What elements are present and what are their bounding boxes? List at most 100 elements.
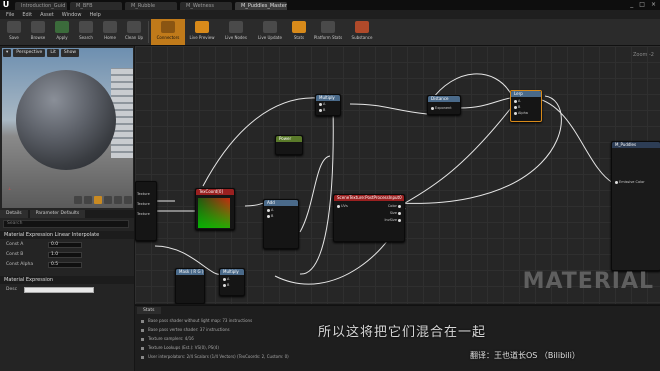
graph-wires [135, 73, 614, 285]
wire-distance-lerp [459, 97, 511, 109]
stats-button[interactable]: Stats [287, 19, 311, 45]
node-distance[interactable]: Distance Exponent [427, 95, 461, 115]
connectors-button[interactable]: Connectors [151, 19, 185, 45]
platform-stats-icon [321, 21, 335, 33]
node-power[interactable]: Power [275, 135, 303, 155]
show-button[interactable]: Show [60, 49, 80, 57]
section-expression-header[interactable]: Material Expression [0, 276, 134, 284]
browse-button[interactable]: Browse [26, 19, 50, 45]
tab-m-rubble[interactable]: M_Rubble [125, 1, 177, 10]
live-preview-button[interactable]: Live Preview [185, 19, 219, 45]
wire-multiply-distance [349, 103, 428, 115]
wire-multiply-top [299, 105, 334, 275]
menu-edit[interactable]: Edit [22, 12, 32, 18]
node-mask[interactable]: Mask ( R G ) [175, 268, 205, 304]
mesh-preview-icon[interactable] [114, 196, 122, 204]
material-editor-window: U Introduction_Guid M_BFB M_Rubble M_Wet… [0, 0, 660, 371]
tab-details[interactable]: Details [0, 210, 28, 218]
log-line: Texture samplers: 4/16 [141, 336, 194, 341]
tab-m-bfb[interactable]: M_BFB [70, 1, 122, 10]
maximize-icon[interactable]: □ [639, 1, 645, 8]
node-result[interactable]: M_Puddles Emissive Color [611, 141, 660, 271]
search-button[interactable]: Search [74, 19, 98, 45]
log-line: Base pass vertex shader: 37 instructions [141, 327, 230, 332]
menu-window[interactable]: Window [62, 12, 82, 18]
minimize-icon[interactable]: _ [630, 1, 633, 8]
wire-lerp-result [534, 97, 614, 184]
property-row-const-alpha: Const Alpha 0.5 [6, 261, 132, 268]
tab-introduction[interactable]: Introduction_Guid [15, 1, 67, 10]
node-lerp[interactable]: Lerp A B Alpha [510, 90, 542, 122]
node-title: Mask ( R G ) [176, 269, 204, 275]
const-alpha-label: Const Alpha [6, 262, 34, 267]
menu-bar: File Edit Asset Window Help [0, 10, 660, 19]
property-row-desc: Desc [6, 286, 132, 293]
subtitle-credit: 翻译：王也道长OS （Bilibili） [470, 351, 580, 360]
cylinder-preview-icon[interactable] [74, 196, 82, 204]
substance-button[interactable]: Substance [345, 19, 379, 45]
save-button[interactable]: Save [2, 19, 26, 45]
tab-parameter-defaults[interactable]: Parameter Defaults [29, 210, 86, 218]
desc-label: Desc [6, 287, 18, 292]
unreal-logo-icon: U [2, 0, 10, 9]
apply-icon [55, 21, 69, 33]
node-multiply-bottom[interactable]: Multiply A B [219, 268, 245, 296]
property-row-const-b: Const B 1.0 [6, 251, 132, 258]
browse-icon [31, 21, 45, 33]
menu-help[interactable]: Help [89, 12, 100, 18]
sphere-preview-icon[interactable] [84, 196, 92, 204]
panel-tabs: Details Parameter Defaults [0, 210, 134, 218]
stats-icon [292, 21, 306, 33]
realtime-icon[interactable] [124, 196, 132, 204]
cleanup-icon [127, 21, 141, 33]
plane-preview-icon[interactable] [94, 196, 102, 204]
home-button[interactable]: Home [98, 19, 122, 45]
node-title: Lerp [511, 91, 541, 97]
const-b-field[interactable]: 1.0 [48, 251, 82, 258]
details-search-input[interactable]: Search [3, 220, 129, 228]
lit-button[interactable]: Lit [47, 49, 59, 57]
live-nodes-button[interactable]: Live Nodes [219, 19, 253, 45]
tab-m-puddles-master[interactable]: M_Puddles_Master [235, 1, 287, 10]
cube-preview-icon[interactable] [104, 196, 112, 204]
menu-file[interactable]: File [6, 12, 14, 18]
section-lerp-header[interactable]: Material Expression Linear Interpolate [0, 231, 134, 239]
desc-field[interactable] [24, 286, 94, 293]
connectors-icon [161, 21, 175, 33]
const-alpha-field[interactable]: 0.5 [48, 261, 82, 268]
const-a-label: Const A [6, 242, 24, 247]
const-b-label: Const B [6, 252, 24, 257]
node-title: Add [264, 200, 298, 206]
live-update-button[interactable]: Live Update [253, 19, 287, 45]
node-title: SceneTexture:PostProcessInput0 [334, 195, 404, 201]
node-input-left[interactable]: Texture Texture Texture [135, 181, 157, 241]
log-line: Texture Lookups (Est.): VS(0), PS(4) [141, 345, 219, 350]
close-icon[interactable]: × [651, 1, 656, 8]
substance-icon [355, 21, 369, 33]
node-title: TexCoord[0] [196, 189, 234, 195]
perspective-button[interactable]: Perspective [13, 49, 46, 57]
preview-sphere [16, 70, 116, 170]
node-scene-texture[interactable]: SceneTexture:PostProcessInput0 UVs Color… [333, 194, 405, 242]
wire-scene-lerp [404, 107, 512, 204]
clean-up-button[interactable]: Clean Up [122, 19, 146, 45]
wire-mask-power [299, 155, 331, 233]
node-texcoord[interactable]: TexCoord[0] [195, 188, 235, 230]
tab-stats[interactable]: Stats [137, 307, 161, 314]
node-multiply-top[interactable]: Multiply A B [315, 94, 341, 116]
viewport-toolbar: ▾ Perspective Lit Show [2, 48, 133, 58]
log-line: Base pass shader without light map: 73 i… [141, 318, 252, 323]
node-title: Power [276, 136, 302, 142]
node-add[interactable]: Add A B [263, 199, 299, 249]
viewport-options-dropdown[interactable]: ▾ [3, 49, 12, 57]
material-graph[interactable]: Multiply A B Power Distance Exponent Ler… [135, 46, 660, 304]
toolbar: Save Browse Apply Search Home Clean Up C… [0, 19, 660, 46]
menu-asset[interactable]: Asset [40, 12, 54, 18]
platform-stats-button[interactable]: Platform Stats [311, 19, 345, 45]
viewport-shape-tools [74, 196, 132, 204]
const-a-field[interactable]: 0.0 [48, 241, 82, 248]
tab-m-wetness[interactable]: M_Wetness [180, 1, 232, 10]
apply-button[interactable]: Apply [50, 19, 74, 45]
node-title: Distance [428, 96, 460, 102]
preview-viewport[interactable]: ▾ Perspective Lit Show ⊥ [2, 48, 133, 208]
